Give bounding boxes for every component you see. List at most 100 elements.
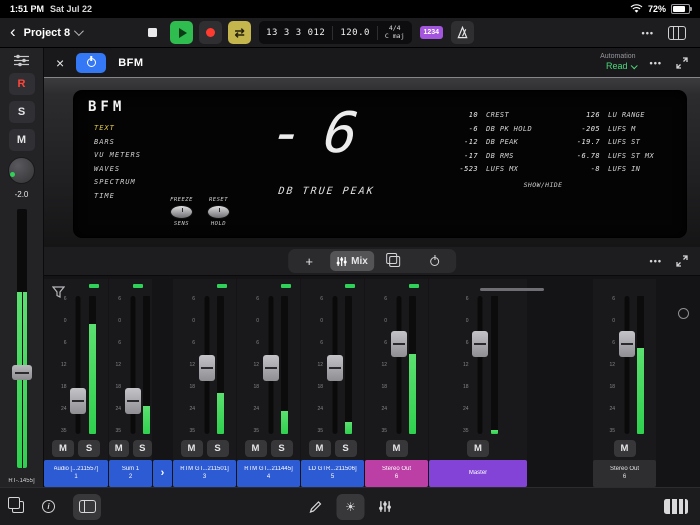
browser-panel-button[interactable] (73, 493, 101, 520)
channel-name[interactable]: Stereo Out 6 (365, 460, 428, 487)
channel-name[interactable]: RTM GT...211445] 4 (237, 460, 300, 487)
edit-tools-button[interactable] (309, 500, 323, 514)
channel-name[interactable]: LD GTR...211506] 5 (301, 460, 364, 487)
windows-icon[interactable] (8, 496, 24, 513)
channel-name[interactable]: Sum 1 2 (109, 460, 152, 487)
plugin-more-button[interactable]: ••• (650, 58, 662, 68)
mute-button[interactable]: M (180, 440, 203, 457)
plugin-logo: BFM (88, 99, 126, 115)
volume-fader[interactable] (198, 294, 215, 436)
mute-button[interactable]: M (308, 440, 331, 457)
filter-icon[interactable] (52, 286, 65, 298)
show-hide-button[interactable]: SHOW/HIDE (486, 181, 600, 189)
plugin-bypass-button[interactable] (76, 52, 107, 73)
plugin-panel: BFM TEXT BARS VU METERS WAVES SPECTRUM TIME -… (44, 77, 700, 247)
track-volume-fader[interactable] (0, 205, 43, 472)
more-options-button[interactable]: ••• (642, 28, 654, 38)
mixer-toggle-button[interactable] (379, 500, 392, 513)
fader-cap[interactable] (390, 330, 407, 357)
brightness-icon: ☀ (345, 499, 356, 514)
key-signature: C maj (384, 31, 405, 40)
metronome-icon (457, 26, 468, 39)
count-in-button[interactable]: 1234 (419, 26, 444, 39)
mute-button[interactable]: M (8, 129, 35, 151)
cycle-button[interactable]: ⇄ (228, 21, 252, 44)
mute-button[interactable]: M (385, 440, 408, 457)
plugin-menu-item[interactable]: SPECTRUM (94, 178, 141, 186)
pan-knob[interactable] (8, 157, 35, 184)
mute-button[interactable]: M (613, 440, 636, 457)
record-button[interactable] (199, 21, 223, 44)
add-track-button[interactable]: + (290, 251, 328, 271)
back-button[interactable]: ‹ (10, 23, 16, 40)
solo-button[interactable]: S (270, 440, 293, 457)
wifi-icon (630, 4, 643, 13)
view-panels-button[interactable] (668, 25, 686, 40)
sidebar-icon (78, 500, 96, 513)
channel-name-label: Master (468, 469, 488, 476)
mix-view-toggle[interactable]: Mix (330, 251, 374, 271)
fader-cap[interactable] (70, 387, 86, 414)
duplicate-button[interactable] (376, 251, 414, 271)
solo-button[interactable]: S (8, 101, 35, 123)
volume-fader[interactable] (472, 294, 489, 436)
record-icon (206, 28, 216, 37)
project-menu[interactable]: Project 8 (24, 26, 85, 39)
plugin-view-menu: TEXT BARS VU METERS WAVES SPECTRUM TIME (94, 124, 141, 200)
playhead-position: 13 3 3 012 (266, 27, 326, 38)
stack-expand-button[interactable]: › (153, 460, 172, 487)
keyboard-icon[interactable] (664, 499, 688, 514)
sens-knob[interactable] (170, 205, 193, 219)
lcd-display[interactable]: 13 3 3 012 120.0 4/4 C maj (259, 21, 412, 44)
plugin-menu-item[interactable]: TEXT (94, 124, 141, 132)
fader-cap[interactable] (11, 365, 32, 381)
fader-groove (396, 296, 401, 434)
plugin-menu-item[interactable]: TIME (94, 192, 141, 200)
volume-fader[interactable] (390, 294, 407, 436)
channel-name[interactable]: Audio [...211557] 1 (44, 460, 108, 487)
mixer-more-button[interactable]: ••• (650, 256, 662, 266)
mute-button[interactable]: M (52, 440, 74, 457)
solo-button[interactable]: S (78, 440, 100, 457)
stop-icon (148, 28, 158, 37)
channel-settings-icon[interactable] (13, 54, 30, 67)
fader-cap[interactable] (198, 354, 215, 381)
metronome-button[interactable] (451, 21, 475, 44)
power-button[interactable] (416, 251, 454, 271)
fader-cap[interactable] (326, 354, 343, 381)
fader-cap[interactable] (124, 387, 141, 414)
mute-button[interactable]: M (467, 440, 489, 457)
channel-name[interactable]: RTM GT...211501] 3 (173, 460, 236, 487)
channel-name[interactable]: Stereo Out 6 (593, 460, 656, 487)
mute-button[interactable]: M (109, 440, 129, 457)
close-plugin-button[interactable]: × (56, 56, 64, 70)
info-button[interactable]: i (42, 500, 55, 513)
volume-fader[interactable] (262, 294, 279, 436)
display-settings-button[interactable]: ☀ (336, 493, 365, 520)
plugin-menu-item[interactable]: VU METERS (94, 151, 141, 159)
scrollbar[interactable] (480, 288, 544, 291)
volume-fader[interactable] (326, 294, 343, 436)
record-enable-button[interactable]: R (8, 73, 35, 95)
stat-label: LUFS ST (608, 138, 641, 146)
plugin-menu-item[interactable]: BARS (94, 138, 141, 146)
solo-button[interactable]: S (206, 440, 229, 457)
volume-fader[interactable] (70, 294, 87, 436)
hold-knob[interactable] (207, 205, 230, 219)
solo-button[interactable]: S (334, 440, 357, 457)
stop-button[interactable] (141, 21, 164, 44)
fader-cap[interactable] (618, 330, 635, 357)
volume-fader[interactable] (618, 294, 635, 436)
plugin-menu-item[interactable]: WAVES (94, 165, 141, 173)
mute-button[interactable]: M (244, 440, 267, 457)
automation-control[interactable]: Automation Read (600, 53, 638, 72)
fader-cap[interactable] (262, 354, 279, 381)
expand-mixer-icon[interactable] (676, 255, 688, 267)
solo-button[interactable]: S (132, 440, 152, 457)
play-button[interactable] (170, 21, 194, 44)
stat-value: -6.78 (576, 151, 600, 160)
volume-fader[interactable] (124, 294, 141, 436)
channel-name[interactable]: Master (429, 460, 527, 487)
expand-plugin-icon[interactable] (676, 56, 688, 69)
fader-cap[interactable] (472, 330, 488, 357)
